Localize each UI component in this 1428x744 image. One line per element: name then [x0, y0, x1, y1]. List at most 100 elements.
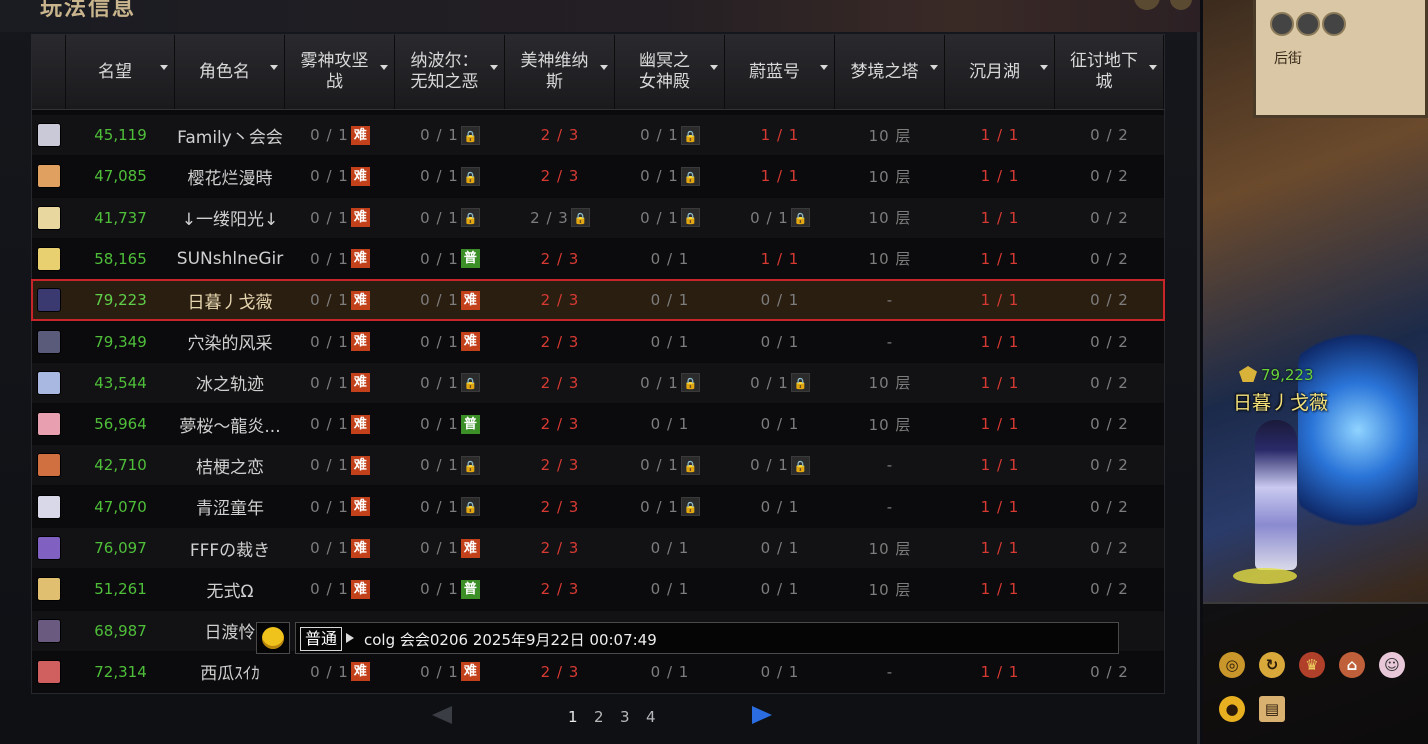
settings-icon[interactable]: [1134, 0, 1160, 10]
table-row[interactable]: 76,097 FFFの裁き 0 / 1难0 / 1难2 / 30 / 10 / 11…: [32, 528, 1164, 568]
home-icon[interactable]: ⌂: [1339, 652, 1365, 678]
progress-value: 0 / 1: [760, 580, 800, 599]
progress-cell: 0 / 1: [615, 239, 725, 279]
progress-cell: 0 / 1难: [395, 528, 505, 568]
table-row[interactable]: 51,261 无式Ω 0 / 1难0 / 1普2 / 30 / 10 / 1 10 层…: [32, 569, 1164, 610]
page-number[interactable]: 4: [646, 708, 656, 726]
avatar: [37, 329, 61, 354]
lock-icon: 🔒: [460, 166, 480, 186]
column-header[interactable]: 角色名: [175, 35, 285, 109]
progress-cell: 2 / 3: [505, 280, 615, 320]
progress-value: 0 / 1: [640, 126, 679, 144]
progress-value: 0 / 1: [750, 456, 789, 475]
progress-value: 1 / 1: [980, 456, 1020, 475]
character-name: 无式Ω: [206, 581, 254, 602]
table-row[interactable]: 47,085 樱花烂漫時 0 / 1难0 / 1 🔒 2 / 30 / 1 🔒 1 / 11…: [32, 156, 1164, 197]
progress-value: 0 / 1: [310, 208, 349, 227]
lock-icon: 🔒: [790, 373, 810, 393]
chat-channel-selector[interactable]: 普通: [300, 627, 343, 651]
progress-cell: 1 / 1: [945, 115, 1055, 155]
progress-value: 10 层: [868, 539, 912, 558]
help-icon[interactable]: [1170, 0, 1192, 10]
refresh-icon[interactable]: ↻: [1259, 652, 1285, 678]
book-icon[interactable]: ▤: [1259, 696, 1285, 722]
location-pin-icon[interactable]: ●: [1219, 696, 1245, 722]
column-header[interactable]: 蔚蓝号: [725, 35, 835, 109]
progress-value: 1 / 1: [980, 208, 1020, 227]
column-header[interactable]: 幽冥之 女神殿: [615, 35, 725, 109]
fame-value: 68,987: [94, 621, 147, 640]
progress-value: 0 / 2: [1090, 208, 1129, 227]
progress-value: 1 / 1: [980, 662, 1020, 681]
progress-cell: 2 / 3: [505, 404, 615, 444]
page-number[interactable]: 3: [620, 708, 630, 726]
hard-difficulty-badge: 难: [350, 125, 370, 145]
progress-value: 0 / 1: [420, 208, 459, 227]
progress-cell: 2 / 3: [505, 115, 615, 155]
hard-difficulty-badge: 难: [350, 249, 370, 269]
progress-cell: 0 / 1 🔒: [615, 445, 725, 485]
page-number[interactable]: 1: [568, 708, 578, 726]
table-row[interactable]: 43,544 冰之轨迹 0 / 1难0 / 1 🔒 2 / 30 / 1 🔒 0 / 1 🔒 1…: [32, 362, 1164, 403]
avatar-cell: [32, 322, 66, 362]
table-row[interactable]: 45,119 Family丶会会 0 / 1难0 / 1 🔒 2 / 30 / 1 🔒 1 …: [32, 115, 1164, 155]
coin-icon[interactable]: ◎: [1219, 652, 1245, 678]
progress-value: 10 层: [868, 580, 912, 599]
progress-value: 10 层: [868, 415, 912, 434]
column-header[interactable]: 名望: [66, 35, 175, 109]
progress-cell: -: [835, 280, 945, 320]
table-row-selected[interactable]: 79,223 日暮丿戈薇 0 / 1难0 / 1难2 / 30 / 10 / 1-1…: [31, 279, 1165, 322]
avatar-cell: [32, 487, 66, 527]
column-header[interactable]: 沉月湖: [945, 35, 1055, 109]
table-row[interactable]: 56,964 夢桜～龍炎... 0 / 1难0 / 1普2 / 30 / 10 / …: [32, 404, 1164, 445]
table-row[interactable]: 41,737 ↓一缕阳光↓ 0 / 1难0 / 1 🔒 2 / 3 🔒 0 / 1 🔒 0 / …: [32, 197, 1164, 238]
progress-value: 0 / 2: [1090, 373, 1129, 392]
next-page-arrow-icon[interactable]: [752, 706, 772, 724]
progress-value: -: [886, 291, 894, 310]
player-character[interactable]: [1255, 420, 1297, 570]
character-name: ↓一缕阳光↓: [181, 210, 279, 231]
progress-cell: 0 / 2: [1055, 115, 1164, 155]
pagination: 1234: [0, 700, 1200, 730]
prev-page-arrow-icon[interactable]: [432, 706, 452, 724]
table-row[interactable]: 79,349 穴染的风采 0 / 1难0 / 1难2 / 30 / 10 / 1-1…: [32, 321, 1164, 362]
progress-value: 10 层: [868, 126, 912, 145]
table-row[interactable]: 72,314 西瓜ｽｲｶ 0 / 1难0 / 1难2 / 30 / 10 / 1-1…: [32, 651, 1164, 692]
progress-value: 2 / 3: [540, 126, 580, 144]
crown-icon[interactable]: ♛: [1299, 652, 1325, 678]
progress-cell: 1 / 1: [945, 569, 1055, 609]
chevron-right-icon: [346, 633, 354, 643]
dungeon-progress-table: 名望 角色名 雾神攻坚 战纳波尔： 无知之恶 美神维纳 斯 幽冥之 女神殿 蔚蓝号 梦境之塔…: [31, 34, 1165, 694]
progress-value: 0 / 1: [650, 249, 690, 268]
column-header[interactable]: 征讨地下 城: [1055, 35, 1164, 109]
portal-gate[interactable]: [1298, 310, 1418, 550]
table-row[interactable]: 42,710 桔梗之恋 0 / 1难0 / 1 🔒 2 / 30 / 1 🔒 0 / 1 🔒 -…: [32, 445, 1164, 486]
hard-difficulty-badge: 难: [350, 414, 370, 434]
column-header[interactable]: 纳波尔： 无知之恶: [395, 35, 505, 109]
progress-cell: 0 / 1难: [395, 280, 505, 320]
column-header[interactable]: 雾神攻坚 战: [285, 35, 395, 109]
progress-value: 0 / 1: [650, 332, 690, 351]
progress-value: 0 / 1: [310, 249, 349, 268]
character-ground-ring: [1233, 568, 1297, 584]
progress-value: -: [886, 662, 894, 681]
minimap[interactable]: 后街: [1253, 0, 1428, 118]
table-row[interactable]: 58,165 SUNshlneGir 0 / 1难0 / 1普2 / 30 / 11…: [32, 238, 1164, 279]
page-number[interactable]: 2: [594, 708, 604, 726]
sort-caret-icon: [600, 65, 608, 70]
emoji-button[interactable]: [256, 622, 290, 654]
column-header[interactable]: 美神维纳 斯: [505, 35, 615, 109]
avatar-cell: [32, 280, 66, 320]
progress-value: 10 层: [868, 250, 912, 269]
avatar[interactable]: ☺: [1379, 652, 1405, 678]
character-name: 穴染的风采: [187, 334, 273, 354]
table-row[interactable]: 47,070 青涩童年 0 / 1难0 / 1 🔒 2 / 30 / 1 🔒 0 / 1-1…: [32, 486, 1164, 527]
progress-cell: 0 / 1难: [395, 322, 505, 362]
progress-cell: 0 / 1难: [285, 487, 395, 527]
column-header[interactable]: 梦境之塔: [835, 35, 945, 109]
progress-value: 0 / 1: [650, 662, 690, 681]
progress-value: 0 / 2: [1090, 497, 1129, 516]
chat-input-text[interactable]: colg 会会0206 2025年9月22日 00:07:49: [364, 629, 657, 650]
progress-value: -: [886, 332, 894, 351]
hard-difficulty-badge: 难: [350, 538, 370, 558]
